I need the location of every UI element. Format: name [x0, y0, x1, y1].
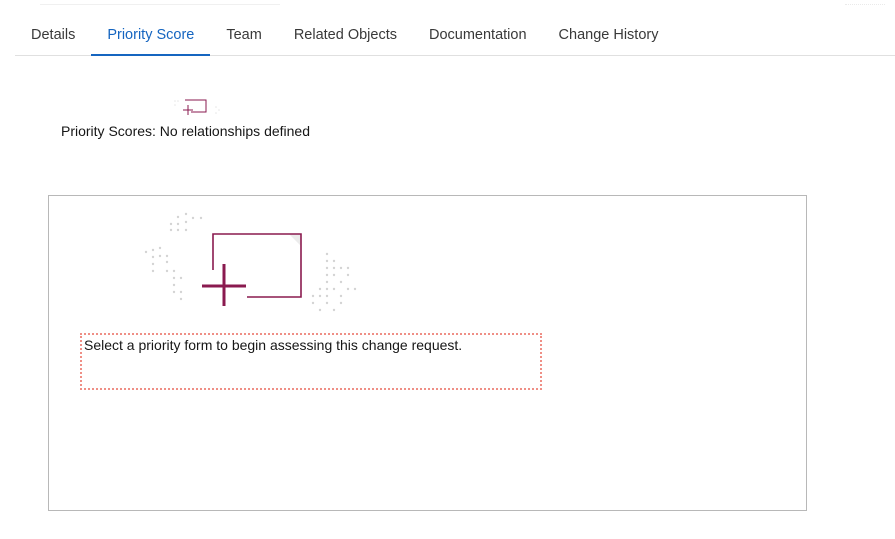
- tab-priority-score[interactable]: Priority Score: [91, 16, 211, 56]
- tab-bar: Details Priority Score Team Related Obje…: [15, 16, 895, 56]
- tab-related-objects[interactable]: Related Objects: [278, 16, 413, 55]
- empty-state-message: Select a priority form to begin assessin…: [84, 337, 463, 353]
- tab-details[interactable]: Details: [15, 16, 91, 55]
- empty-state-message-box: Select a priority form to begin assessin…: [80, 333, 542, 390]
- top-divider: [40, 0, 280, 5]
- top-divider-right: [845, 0, 885, 5]
- priority-scores-label: Priority Scores: No relationships define…: [61, 123, 311, 139]
- add-form-illustration-icon: [144, 212, 357, 312]
- tab-documentation[interactable]: Documentation: [413, 16, 543, 55]
- tab-change-history[interactable]: Change History: [543, 16, 675, 55]
- add-form-small-icon: [174, 99, 220, 115]
- priority-form-panel: Select a priority form to begin assessin…: [48, 195, 807, 511]
- tab-team[interactable]: Team: [210, 16, 277, 55]
